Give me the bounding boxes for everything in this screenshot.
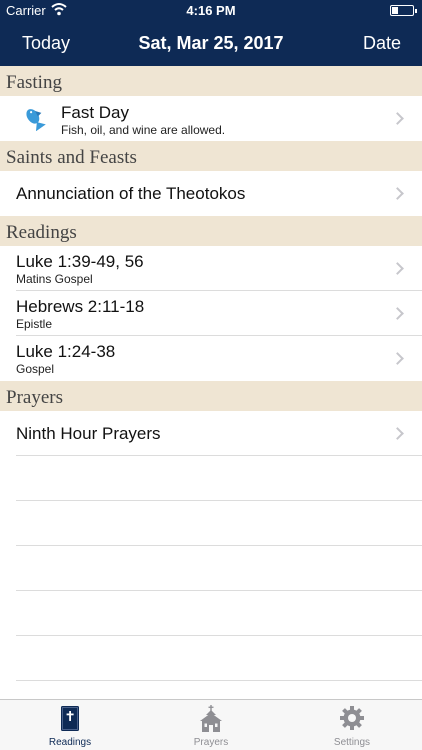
empty-row — [16, 591, 422, 636]
bible-icon — [61, 706, 79, 731]
list-item-reading[interactable]: Luke 1:39-49, 56 Matins Gospel — [16, 246, 422, 291]
tab-label: Settings — [333, 737, 371, 748]
section-title: Prayers — [6, 387, 63, 408]
church-icon — [200, 705, 222, 732]
item-title: Luke 1:39-49, 56 — [16, 252, 144, 271]
battery-icon — [390, 5, 417, 16]
chevron-right-icon — [391, 187, 404, 200]
item-title: Annunciation of the Theotokos — [16, 184, 246, 203]
tab-prayers[interactable]: Prayers — [141, 700, 281, 750]
list-item-annunciation[interactable]: Annunciation of the Theotokos — [16, 171, 422, 216]
page-title: Sat, Mar 25, 2017 — [138, 33, 284, 53]
list-item-reading[interactable]: Hebrews 2:11-18 Epistle — [16, 291, 422, 336]
item-subtitle: Matins Gospel — [16, 272, 93, 286]
gear-icon — [340, 706, 364, 730]
item-subtitle: Gospel — [16, 362, 55, 376]
chevron-right-icon — [391, 427, 404, 440]
status-bar: Carrier 4:16 PM — [0, 0, 422, 22]
chevron-right-icon — [391, 352, 404, 365]
list-item-fast-day[interactable]: Fast Day Fish, oil, and wine are allowed… — [0, 96, 422, 141]
list-item-ninth-hour[interactable]: Ninth Hour Prayers — [16, 411, 422, 456]
fish-icon — [26, 109, 46, 131]
item-title: Hebrews 2:11-18 — [16, 297, 145, 316]
section-header-readings: Readings — [0, 216, 422, 246]
empty-row — [16, 636, 422, 681]
empty-row — [16, 546, 422, 591]
section-header-saints: Saints and Feasts — [0, 141, 422, 171]
tab-label: Prayers — [193, 737, 229, 748]
item-subtitle: Epistle — [16, 317, 53, 331]
section-header-fasting: Fasting — [0, 66, 422, 96]
section-title: Saints and Feasts — [6, 147, 137, 168]
navigation-bar: Today Sat, Mar 25, 2017 Date — [0, 22, 422, 66]
readings-list[interactable]: Fasting Fast Day Fish, oil, and wine are… — [0, 66, 422, 699]
empty-row — [16, 456, 422, 501]
date-button[interactable]: Date — [363, 33, 401, 54]
chevron-right-icon — [391, 112, 404, 125]
empty-row — [16, 501, 422, 546]
item-title: Fast Day — [61, 103, 130, 122]
section-title: Fasting — [6, 72, 62, 93]
tab-settings[interactable]: Settings — [282, 700, 422, 750]
tab-label: Readings — [48, 737, 92, 748]
section-header-prayers: Prayers — [0, 381, 422, 411]
chevron-right-icon — [391, 262, 404, 275]
tab-bar: Readings Prayers Settings — [0, 699, 422, 750]
tab-readings[interactable]: Readings — [0, 700, 140, 750]
item-title: Ninth Hour Prayers — [16, 424, 161, 443]
chevron-right-icon — [391, 307, 404, 320]
status-time: 4:16 PM — [186, 3, 236, 18]
item-subtitle: Fish, oil, and wine are allowed. — [61, 123, 226, 137]
list-item-reading[interactable]: Luke 1:24-38 Gospel — [16, 336, 422, 381]
section-title: Readings — [6, 222, 77, 243]
item-title: Luke 1:24-38 — [16, 342, 116, 361]
